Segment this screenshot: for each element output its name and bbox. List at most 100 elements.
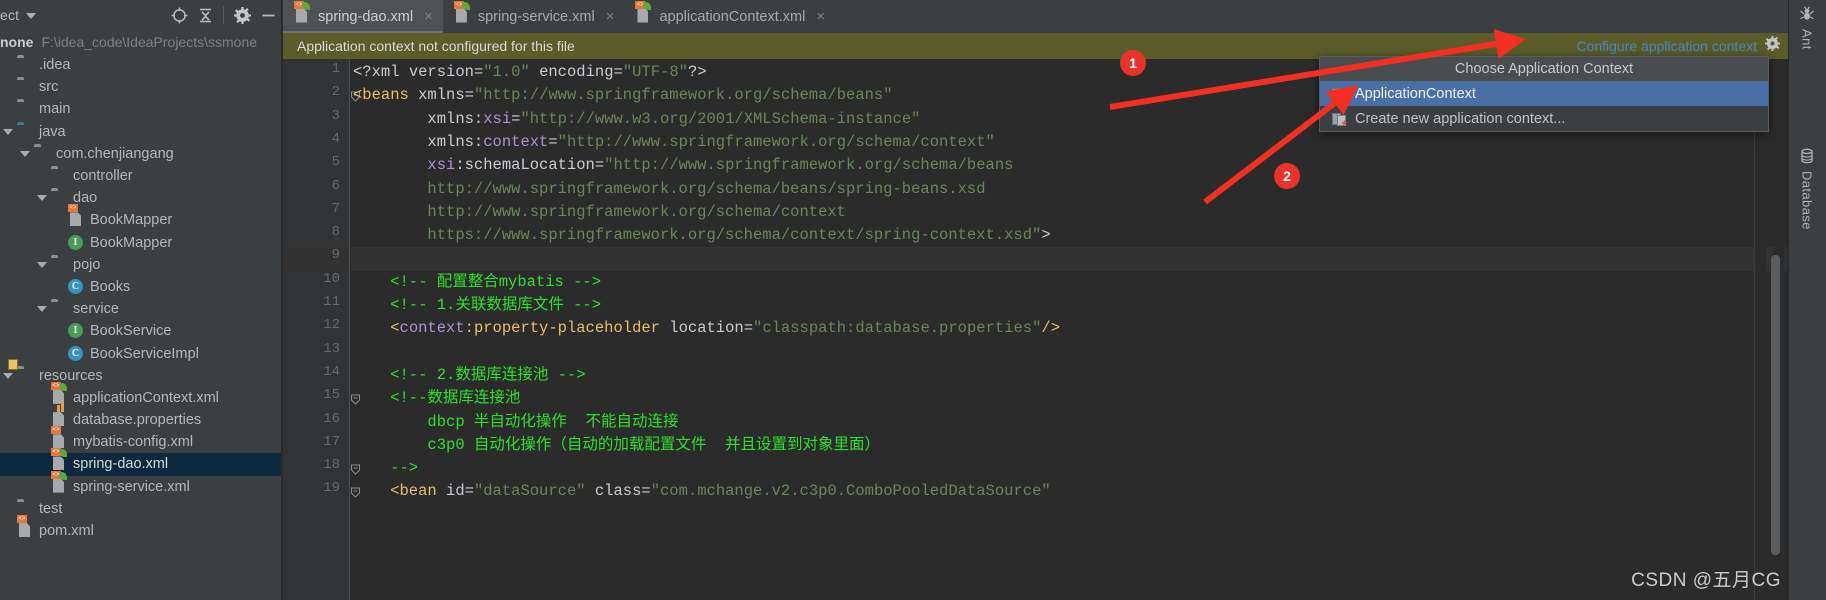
collapse-all-icon[interactable] bbox=[192, 2, 218, 28]
tab-close-icon[interactable]: × bbox=[816, 8, 825, 25]
editor-tab-applicationcontext-xml[interactable]: <> applicationContext.xml × bbox=[624, 0, 835, 33]
interface-icon: I bbox=[68, 323, 85, 339]
code-line[interactable]: <!-- 配置整合mybatis --> bbox=[351, 271, 601, 294]
tree-item-java[interactable]: java bbox=[0, 121, 281, 143]
code-content[interactable]: <?xml version="1.0" encoding="UTF-8"?> <b… bbox=[351, 59, 1788, 600]
package-icon bbox=[51, 190, 68, 206]
tree-item-bookserviceimpl[interactable]: C BookServiceImpl bbox=[0, 342, 281, 364]
tree-item-resources[interactable]: resources bbox=[0, 365, 281, 387]
code-line[interactable]: <context:property-placeholder location="… bbox=[351, 317, 1060, 340]
sidebar-item-database[interactable]: Database bbox=[1788, 148, 1826, 230]
code-line[interactable]: <!-- 2.数据库连接池 --> bbox=[351, 364, 586, 387]
menu-item-applicationcontext[interactable]: ApplicationContext bbox=[1320, 81, 1768, 106]
code-token-str: "classpath:database.properties" bbox=[753, 319, 1042, 338]
code-token-str: https://www.springframework.org/schema/c… bbox=[353, 226, 1042, 245]
choose-application-context-menu[interactable]: Choose Application Context ApplicationCo… bbox=[1319, 56, 1769, 132]
gutter-line-number: 3 bbox=[331, 107, 340, 124]
tree-item-label: com.chenjiangang bbox=[56, 145, 174, 162]
gutter-line-number: 18 bbox=[323, 457, 340, 474]
code-token-punc bbox=[660, 319, 669, 337]
notification-message: Application context not configured for t… bbox=[297, 38, 575, 54]
configure-application-context-link[interactable]: Configure application context bbox=[1576, 38, 1757, 54]
code-line[interactable]: <bean id="dataSource" class="com.mchange… bbox=[351, 480, 1050, 503]
code-token-comment: <!-- 2.数据库连接池 --> bbox=[353, 365, 586, 384]
sidebar-item-ant[interactable]: Ant bbox=[1788, 6, 1826, 50]
tree-item-label: applicationContext.xml bbox=[73, 389, 219, 406]
tree-item-spring-dao.xml[interactable]: <> spring-dao.xml bbox=[0, 448, 281, 476]
chevron-down-icon[interactable] bbox=[3, 372, 13, 379]
tree-item-pom.xml[interactable]: <> pom.xml bbox=[0, 515, 281, 542]
code-line[interactable]: https://www.springframework.org/schema/c… bbox=[351, 224, 1050, 247]
tree-item-books[interactable]: C Books bbox=[0, 276, 281, 298]
code-line[interactable] bbox=[351, 247, 353, 270]
project-title[interactable]: ect bbox=[0, 7, 37, 23]
code-line[interactable]: <!-- 1.关联数据库文件 --> bbox=[351, 294, 601, 317]
menu-item-label: ApplicationContext bbox=[1355, 85, 1476, 102]
code-line[interactable]: --> bbox=[351, 457, 418, 480]
chevron-down-icon[interactable] bbox=[37, 195, 47, 202]
code-line[interactable]: dbcp 半自动化操作 不能自动连接 bbox=[351, 411, 678, 434]
code-line[interactable]: http://www.springframework.org/schema/be… bbox=[351, 178, 985, 201]
tree-item-com.chenjiangang[interactable]: com.chenjiangang bbox=[0, 143, 281, 165]
tree-item-src[interactable]: src bbox=[0, 76, 281, 98]
menu-item-create-new-application-context---[interactable]: Create new application context... bbox=[1320, 106, 1768, 131]
chevron-down-icon[interactable] bbox=[3, 128, 13, 135]
project-root-row[interactable]: none F:\idea_code\IdeaProjects\ssmone bbox=[0, 30, 281, 54]
editor-gutter[interactable]: 1 2 3 4 5 6 7 8 9 10 11 12 13 14 15 16 17 18 19 bbox=[283, 59, 360, 600]
code-editor[interactable]: 1 2 3 4 5 6 7 8 9 10 11 12 13 14 15 16 17 18 19 <?xml vers… bbox=[283, 59, 1788, 600]
code-token-pi: ?> bbox=[687, 63, 707, 81]
tree-item-label: .idea bbox=[39, 57, 71, 74]
code-token-tagns: context bbox=[483, 132, 549, 151]
tree-item-bookmapper[interactable]: I BookMapper bbox=[0, 232, 281, 254]
code-line[interactable]: xmlns:context="http://www.springframewor… bbox=[351, 131, 994, 154]
tree-item-bookmapper[interactable]: <> BookMapper bbox=[0, 204, 281, 231]
code-token-str: "http://www.springframework.org/schema/b… bbox=[473, 86, 893, 105]
tab-close-icon[interactable]: × bbox=[606, 8, 615, 25]
tree-item-.idea[interactable]: .idea bbox=[0, 54, 281, 76]
code-line[interactable]: http://www.springframework.org/schema/co… bbox=[351, 201, 846, 224]
code-line[interactable]: xmlns:xsi="http://www.w3.org/2001/XMLSch… bbox=[351, 108, 920, 131]
tree-item-spring-service.xml[interactable]: <> spring-service.xml bbox=[0, 470, 281, 498]
tree-item-bookservice[interactable]: I BookService bbox=[0, 320, 281, 342]
tree-item-main[interactable]: main bbox=[0, 98, 281, 120]
editor-tab-spring-dao-xml[interactable]: <> spring-dao.xml × bbox=[283, 0, 443, 33]
chevron-down-icon[interactable] bbox=[37, 261, 47, 268]
tree-item-service[interactable]: service bbox=[0, 298, 281, 320]
chevron-down-icon[interactable] bbox=[26, 13, 37, 20]
tree-item-label: Books bbox=[90, 278, 131, 295]
target-icon[interactable] bbox=[166, 2, 192, 28]
gutter-line-number: 16 bbox=[323, 410, 340, 427]
tree-item-applicationcontext.xml[interactable]: <> applicationContext.xml bbox=[0, 381, 281, 409]
code-line[interactable]: <!--数据库连接池 bbox=[351, 387, 520, 410]
code-line[interactable] bbox=[351, 341, 353, 364]
tree-item-pojo[interactable]: pojo bbox=[0, 254, 281, 276]
code-line[interactable]: <beans xmlns="http://www.springframework… bbox=[351, 84, 893, 107]
interface-icon: I bbox=[68, 234, 85, 251]
editor-tab-spring-service-xml[interactable]: <> spring-service.xml × bbox=[443, 0, 625, 33]
code-token-punc: = bbox=[473, 63, 484, 81]
editor-scrollbar-thumb[interactable] bbox=[1771, 255, 1780, 555]
code-line[interactable]: c3p0 自动化操作（自动的加载配置文件 并且设置到对象里面） bbox=[351, 434, 880, 457]
tree-item-dao[interactable]: dao bbox=[0, 187, 281, 209]
tree-item-database.properties[interactable]: database.properties bbox=[0, 402, 281, 431]
code-token-attr: xmlns: bbox=[427, 109, 484, 128]
notification-gear-icon[interactable] bbox=[1765, 36, 1780, 56]
editor-scrollbar-track[interactable] bbox=[1771, 59, 1784, 600]
gear-icon[interactable] bbox=[229, 2, 255, 28]
gutter-line-number: 7 bbox=[331, 200, 340, 217]
minimize-icon[interactable] bbox=[255, 2, 281, 28]
tree-item-controller[interactable]: controller bbox=[0, 165, 281, 187]
context-icon bbox=[1332, 87, 1347, 101]
code-token-tagns: xsi bbox=[427, 156, 456, 175]
code-line[interactable]: <?xml version="1.0" encoding="UTF-8"?> bbox=[351, 61, 707, 84]
code-token-punc: = bbox=[641, 482, 651, 501]
right-tool-window-bar: Ant Database bbox=[1788, 0, 1826, 600]
error-marker-strip bbox=[1754, 59, 1766, 600]
tree-item-test[interactable]: test bbox=[0, 498, 281, 520]
chevron-down-icon[interactable] bbox=[37, 306, 47, 313]
chevron-down-icon[interactable] bbox=[20, 150, 30, 157]
tree-item-mybatis-config.xml[interactable]: <> mybatis-config.xml bbox=[0, 426, 281, 453]
tab-close-icon[interactable]: × bbox=[424, 8, 433, 25]
code-line[interactable]: xsi:schemaLocation="http://www.springfra… bbox=[351, 154, 1013, 177]
code-token-punc bbox=[353, 110, 427, 128]
